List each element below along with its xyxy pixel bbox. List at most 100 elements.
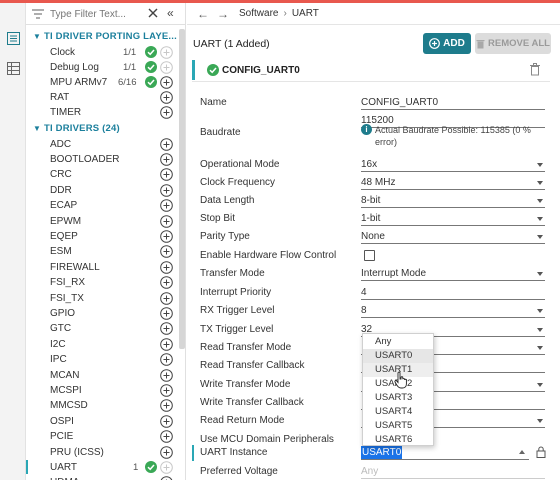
add-circle-icon[interactable] (160, 322, 173, 336)
filter-input[interactable] (50, 7, 140, 21)
tree-item-ipc[interactable]: IPC (26, 352, 186, 368)
clock-frequency-select[interactable]: 48 MHz (361, 176, 545, 190)
category-porting-layer[interactable]: ▼ TI DRIVER PORTING LAYE... (26, 28, 186, 44)
tree-item-gpio[interactable]: GPIO (26, 305, 186, 321)
add-circle-icon[interactable] (160, 137, 173, 151)
add-circle-icon[interactable] (160, 230, 173, 243)
add-circle-icon[interactable] (160, 430, 173, 443)
dropdown-option-usart4[interactable]: USART4 (363, 405, 433, 419)
dropdown-option-usart3[interactable]: USART3 (363, 391, 433, 405)
add-circle-icon[interactable] (160, 307, 173, 320)
add-circle-icon[interactable] (160, 337, 173, 351)
name-input[interactable]: CONFIG_UART0 (361, 96, 545, 110)
add-circle-icon[interactable] (160, 45, 173, 59)
add-circle-icon[interactable] (160, 105, 173, 119)
preferred-voltage-select[interactable]: Any (361, 465, 545, 479)
add-circle-icon[interactable] (160, 445, 173, 459)
tree-item-pcie[interactable]: PCIE (26, 429, 186, 445)
breadcrumb-software[interactable]: Software (239, 8, 278, 19)
tree-item-fsi-rx[interactable]: FSI_RX (26, 275, 186, 291)
tree-item-pru-icss[interactable]: PRU (ICSS) (26, 444, 186, 460)
sidebar-scrollbar[interactable] (179, 29, 185, 349)
add-circle-icon[interactable] (160, 461, 173, 474)
software-view-icon[interactable] (4, 29, 22, 47)
grid-view-icon[interactable] (4, 59, 22, 77)
operational-mode-select[interactable]: 16x (361, 158, 545, 172)
config-instance-header[interactable]: CONFIG_UART0 (192, 58, 550, 82)
add-circle-icon[interactable] (160, 245, 173, 259)
tree-item-mcspi[interactable]: MCSPI (26, 382, 186, 398)
add-circle-icon[interactable] (160, 414, 173, 428)
tree-item-clock[interactable]: Clock 1/1 (26, 44, 186, 60)
add-button[interactable]: ADD (423, 33, 471, 54)
add-circle-icon[interactable] (160, 60, 173, 74)
stop-bit-select[interactable]: 1-bit (361, 212, 545, 226)
tree-item-label: PCIE (50, 431, 74, 443)
tree-item-mcan[interactable]: MCAN (26, 367, 186, 383)
add-circle-icon[interactable] (160, 183, 173, 197)
forward-arrow-icon[interactable]: → (217, 7, 229, 21)
tree-item-ecap[interactable]: ECAP (26, 198, 186, 214)
tree-item-fsi-tx[interactable]: FSI_TX (26, 290, 186, 306)
tree-item-bootloader[interactable]: BOOTLOADER (26, 151, 186, 167)
dropdown-option-usart6[interactable]: USART6 (363, 433, 433, 447)
add-circle-icon[interactable] (160, 214, 173, 228)
parity-type-select[interactable]: None (361, 230, 545, 244)
add-circle-icon[interactable] (160, 168, 173, 182)
module-header: UART (1 Added) ADD REMOVE ALL (187, 31, 560, 55)
add-circle-icon[interactable] (160, 260, 173, 274)
tree-item-i2c[interactable]: I2C (26, 336, 186, 352)
tree-item-label: FIREWALL (50, 261, 100, 273)
breadcrumb-separator-icon: › (283, 8, 287, 19)
tree-item-udma[interactable]: UDMA (26, 475, 186, 480)
add-circle-icon[interactable] (160, 199, 173, 212)
add-circle-icon[interactable] (160, 368, 173, 382)
dropdown-option-usart5[interactable]: USART5 (363, 419, 433, 433)
data-length-select[interactable]: 8-bit (361, 194, 545, 208)
dropdown-option-any[interactable]: Any (363, 335, 433, 349)
tree-item-mpu-armv7[interactable]: MPU ARMv7 6/16 (26, 74, 186, 90)
enable-hardware-flow-control-checkbox[interactable] (364, 250, 375, 261)
add-circle-icon[interactable] (160, 75, 173, 89)
tree-item-label: DDR (50, 184, 72, 196)
add-circle-icon[interactable] (160, 353, 173, 366)
interrupt-priority-input[interactable]: 4 (361, 286, 545, 300)
remove-all-button[interactable]: REMOVE ALL (475, 33, 551, 54)
trash-icon[interactable] (529, 63, 541, 76)
add-circle-icon[interactable] (160, 153, 173, 166)
tree-item-eqep[interactable]: EQEP (26, 228, 186, 244)
tree-item-debug-log[interactable]: Debug Log 1/1 (26, 59, 186, 75)
chevron-down-icon (537, 163, 543, 167)
lock-icon[interactable] (535, 446, 547, 458)
add-circle-icon[interactable] (160, 90, 173, 104)
tree-item-crc[interactable]: CRC (26, 167, 186, 183)
add-circle-icon[interactable] (160, 291, 173, 305)
tree-item-gtc[interactable]: GTC (26, 321, 186, 337)
tree-item-count: 6/16 (118, 76, 137, 88)
tree-item-rat[interactable]: RAT (26, 89, 186, 105)
tree-item-uart[interactable]: UART 1 (26, 459, 186, 475)
clear-filter-icon[interactable] (148, 8, 158, 21)
dropdown-option-usart0[interactable]: USART0 (363, 349, 433, 363)
rx-trigger-level-select[interactable]: 8 (361, 304, 545, 318)
trash-icon (476, 39, 485, 48)
tree-item-epwm[interactable]: EPWM (26, 213, 186, 229)
tree-item-label: GPIO (50, 307, 76, 319)
transfer-mode-select[interactable]: Interrupt Mode (361, 267, 545, 281)
add-circle-icon[interactable] (160, 384, 173, 397)
tree-item-firewall[interactable]: FIREWALL (26, 259, 186, 275)
back-arrow-icon[interactable]: ← (197, 7, 209, 21)
uart-instance-select[interactable]: USART0 (361, 446, 529, 460)
tree-item-label: PRU (ICSS) (50, 446, 104, 458)
tree-item-ddr[interactable]: DDR (26, 182, 186, 198)
category-ti-drivers[interactable]: ▼ TI DRIVERS (24) (26, 120, 186, 136)
add-circle-icon[interactable] (160, 276, 173, 289)
tree-item-timer[interactable]: TIMER (26, 104, 186, 120)
add-circle-icon[interactable] (160, 399, 173, 413)
tree-item-ospi[interactable]: OSPI (26, 413, 186, 429)
add-circle-icon[interactable] (160, 476, 173, 480)
tree-item-mmcsd[interactable]: MMCSD (26, 398, 186, 414)
tree-item-adc[interactable]: ADC (26, 136, 186, 152)
tree-item-esm[interactable]: ESM (26, 244, 186, 260)
collapse-sidebar-icon[interactable]: « (167, 7, 174, 19)
